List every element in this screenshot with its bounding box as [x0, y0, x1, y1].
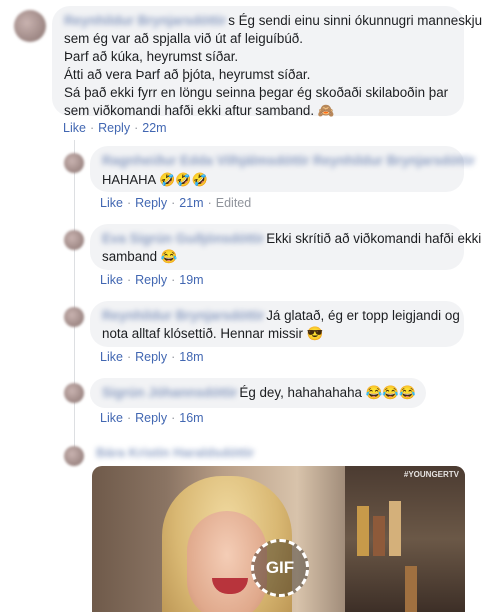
comment-author[interactable]: Ragnheiður Edda Vilhjálmsdóttir Reynhild… — [102, 152, 475, 170]
like-button[interactable]: Like — [100, 350, 123, 364]
reply-button[interactable]: Reply — [135, 196, 167, 210]
comment-text-line: nota alltaf klósettið. Hennar missir 😎 — [102, 326, 324, 341]
comment-author[interactable]: Bára Kristín Haraldsdóttir — [96, 445, 254, 460]
comment-actions: Like · Reply · 21m · Edited — [100, 196, 251, 210]
comment-bubble: Sigrún Jóhannsdóttir Ég dey, hahahahaha 😂… — [90, 378, 426, 408]
comment-bubble: Reynhildur Brynjarsdóttir s Ég sendi einu… — [52, 6, 482, 118]
comment-author[interactable]: Reynhildur Brynjarsdóttir — [64, 12, 226, 30]
comment-author[interactable]: Reynhildur Brynjarsdóttir — [102, 307, 264, 325]
comment-author[interactable]: Eva Sigrún Guðjónsdóttir — [102, 230, 264, 248]
avatar[interactable] — [64, 307, 84, 327]
separator: · — [171, 350, 176, 364]
comment-text-line: samband 😂 — [102, 249, 178, 264]
comment-actions: Like · Reply · 18m — [100, 350, 204, 364]
timestamp[interactable]: 16m — [179, 411, 203, 425]
comment-text-line: sem ég var að spjalla við út af leiguíbú… — [64, 31, 303, 46]
separator: · — [171, 411, 176, 425]
reply-button[interactable]: Reply — [135, 350, 167, 364]
gif-play-badge[interactable]: GIF — [251, 539, 309, 597]
separator: · — [126, 411, 132, 425]
separator: · — [126, 196, 132, 210]
separator: · — [89, 121, 95, 135]
timestamp[interactable]: 21m — [179, 196, 203, 210]
timestamp[interactable]: 22m — [142, 121, 166, 135]
comment-text-line: s Ég sendi einu sinni ókunnugri manneskj… — [228, 13, 483, 28]
comment-text-line: Sá það ekki fyrr en löngu seinna þegar é… — [64, 85, 449, 100]
comment-text-line: Ég dey, hahahahaha 😂😂😂 — [239, 385, 416, 400]
comment-bubble: Reynhildur Brynjarsdóttir Já glatað, ég e… — [90, 301, 464, 347]
comment-bubble: Eva Sigrún Guðjónsdóttir Ekki skrítið að … — [90, 224, 481, 270]
separator: · — [126, 350, 132, 364]
comment-bubble: Ragnheiður Edda Vilhjálmsdóttir Reynhild… — [90, 146, 475, 192]
comment-text-line: Þarf að kúka, heyrumst síðar. — [64, 49, 239, 64]
comment-text-line: sem viðkomandi hafði ekki aftur samband.… — [64, 103, 335, 118]
avatar[interactable] — [64, 153, 84, 173]
edited-label[interactable]: Edited — [216, 196, 251, 210]
like-button[interactable]: Like — [100, 273, 123, 287]
gif-background-shelf — [345, 466, 465, 612]
separator: · — [207, 196, 212, 210]
comment-text-line: Já glatað, ég er topp leigjandi og — [266, 308, 460, 323]
reply-button[interactable]: Reply — [135, 411, 167, 425]
comment-text-line: HAHAHA 🤣🤣🤣 — [102, 172, 208, 187]
avatar[interactable] — [64, 446, 84, 466]
comment-actions: Like · Reply · 22m — [63, 121, 167, 135]
comment-actions: Like · Reply · 19m — [100, 273, 204, 287]
like-button[interactable]: Like — [63, 121, 86, 135]
avatar[interactable] — [64, 383, 84, 403]
like-button[interactable]: Like — [100, 196, 123, 210]
comment-actions: Like · Reply · 16m — [100, 411, 204, 425]
separator: · — [171, 273, 176, 287]
separator: · — [134, 121, 139, 135]
avatar[interactable] — [14, 10, 46, 42]
comment-author[interactable]: Sigrún Jóhannsdóttir — [102, 384, 237, 402]
avatar[interactable] — [64, 230, 84, 250]
reply-button[interactable]: Reply — [135, 273, 167, 287]
gif-watermark: #YOUNGERTV — [403, 470, 459, 479]
gif-attachment[interactable]: #YOUNGERTV GIF — [92, 466, 465, 612]
like-button[interactable]: Like — [100, 411, 123, 425]
timestamp[interactable]: 18m — [179, 350, 203, 364]
separator: · — [126, 273, 132, 287]
reply-button[interactable]: Reply — [98, 121, 130, 135]
separator: · — [171, 196, 176, 210]
comment-text-line: Ekki skrítið að viðkomandi hafði ekki — [266, 231, 482, 246]
timestamp[interactable]: 19m — [179, 273, 203, 287]
thread-line — [74, 140, 75, 465]
comment-text-line: Átti að vera Þarf að þjóta, heyrumst síð… — [64, 67, 311, 82]
